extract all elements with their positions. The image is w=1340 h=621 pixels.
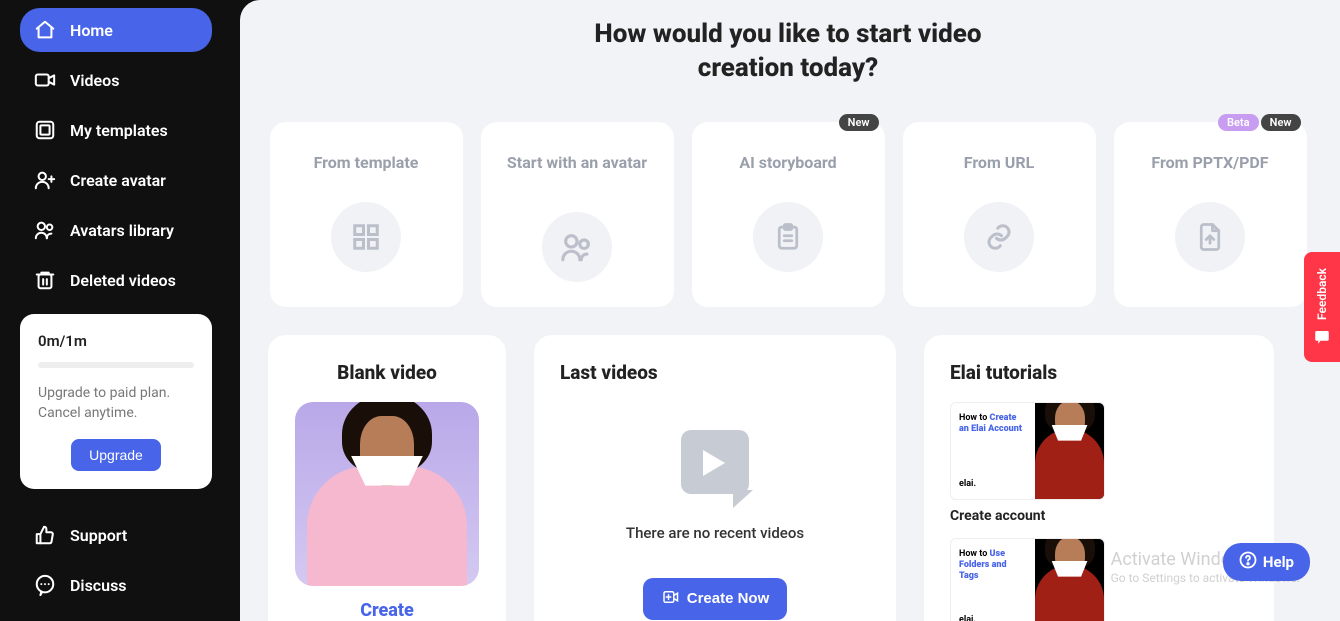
start-option-url[interactable]: From URL (903, 122, 1096, 307)
sidebar-item-support[interactable]: Support (20, 513, 212, 557)
sidebar-item-label: Videos (70, 71, 119, 90)
sidebar-item-avatars-library[interactable]: Avatars library (20, 208, 212, 252)
avatar-preview[interactable] (295, 402, 479, 586)
badge-beta: Beta (1218, 114, 1259, 131)
badge-new: New (1261, 114, 1301, 131)
sidebar-item-deleted[interactable]: Deleted videos (20, 258, 212, 302)
trash-icon (34, 269, 56, 291)
create-link[interactable]: Create (360, 600, 414, 621)
panel-title: Blank video (337, 361, 437, 384)
sidebar-item-label: Create avatar (70, 171, 166, 190)
start-option-title: From URL (903, 152, 1096, 196)
start-option-avatar[interactable]: Start with an avatar (481, 122, 674, 307)
sidebar-item-label: Discuss (70, 576, 127, 595)
start-option-pptx-pdf[interactable]: Beta New From PPTX/PDF (1114, 122, 1307, 307)
create-now-button[interactable]: Create Now (643, 578, 788, 620)
feedback-tab[interactable]: Feedback (1304, 252, 1340, 362)
main-content: How would you like to start video creati… (240, 0, 1340, 621)
page-headline: How would you like to start video creati… (268, 18, 1308, 86)
plus-video-icon (661, 588, 679, 610)
start-option-title: Start with an avatar (481, 152, 674, 196)
start-option-title: AI storyboard (692, 152, 885, 196)
chat-icon (34, 574, 56, 596)
start-options-row: From template Start with an avatar New A… (268, 122, 1308, 307)
home-icon (34, 19, 56, 41)
tutorial-thumbnail: How to Create an Elai Account elai. (950, 402, 1105, 500)
thumbs-up-icon (34, 524, 56, 546)
tutorial-thumbnail: How to Use Folders and Tags elai. (950, 538, 1105, 621)
feedback-label: Feedback (1315, 268, 1329, 320)
sidebar-item-discuss[interactable]: Discuss (20, 563, 212, 607)
templates-icon (34, 119, 56, 141)
message-icon (1313, 328, 1331, 346)
badge-new: New (839, 114, 879, 131)
usage-text: 0m/1m (38, 332, 194, 350)
tutorial-label: Create account (950, 508, 1105, 524)
sidebar-item-label: Deleted videos (70, 271, 176, 290)
sidebar-item-videos[interactable]: Videos (20, 58, 212, 102)
sidebar: Home Videos My templates Create avatar A… (0, 0, 232, 621)
help-icon (1239, 551, 1257, 573)
sidebar-item-label: My templates (70, 121, 168, 140)
link-icon (964, 202, 1034, 272)
blank-video-panel: Blank video Create (268, 335, 506, 621)
tutorial-item[interactable]: How to Use Folders and Tags elai. Folder… (950, 538, 1105, 621)
upgrade-description: Upgrade to paid plan. Cancel anytime. (38, 384, 194, 423)
panel-title: Elai tutorials (950, 361, 1248, 384)
help-button[interactable]: Help (1223, 543, 1310, 581)
upgrade-card: 0m/1m Upgrade to paid plan. Cancel anyti… (20, 314, 212, 489)
panel-title: Last videos (560, 361, 658, 384)
clipboard-icon (753, 202, 823, 272)
start-option-template[interactable]: From template (270, 122, 463, 307)
upgrade-button[interactable]: Upgrade (71, 439, 161, 471)
sidebar-item-label: Avatars library (70, 221, 174, 240)
sidebar-item-label: Home (70, 21, 113, 40)
start-option-title: From template (270, 152, 463, 196)
sidebar-item-home[interactable]: Home (20, 8, 212, 52)
tutorial-item[interactable]: How to Create an Elai Account elai. Crea… (950, 402, 1105, 524)
sidebar-item-create-avatar[interactable]: Create avatar (20, 158, 212, 202)
people-icon (542, 212, 612, 282)
tutorials-panel: Elai tutorials How to Create an Elai Acc… (924, 335, 1274, 621)
start-option-storyboard[interactable]: New AI storyboard (692, 122, 885, 307)
users-icon (34, 219, 56, 241)
video-icon (34, 69, 56, 91)
panels-row: Blank video Create Last videos There are… (268, 335, 1308, 621)
start-option-title: From PPTX/PDF (1114, 152, 1307, 196)
empty-state-text: There are no recent videos (626, 524, 804, 542)
grid-icon (331, 202, 401, 272)
empty-video-icon (681, 430, 749, 494)
usage-progress-bar (38, 362, 194, 368)
sidebar-item-label: Support (70, 526, 127, 545)
sidebar-item-templates[interactable]: My templates (20, 108, 212, 152)
last-videos-panel: Last videos There are no recent videos C… (534, 335, 896, 621)
user-plus-icon (34, 169, 56, 191)
file-upload-icon (1175, 202, 1245, 272)
